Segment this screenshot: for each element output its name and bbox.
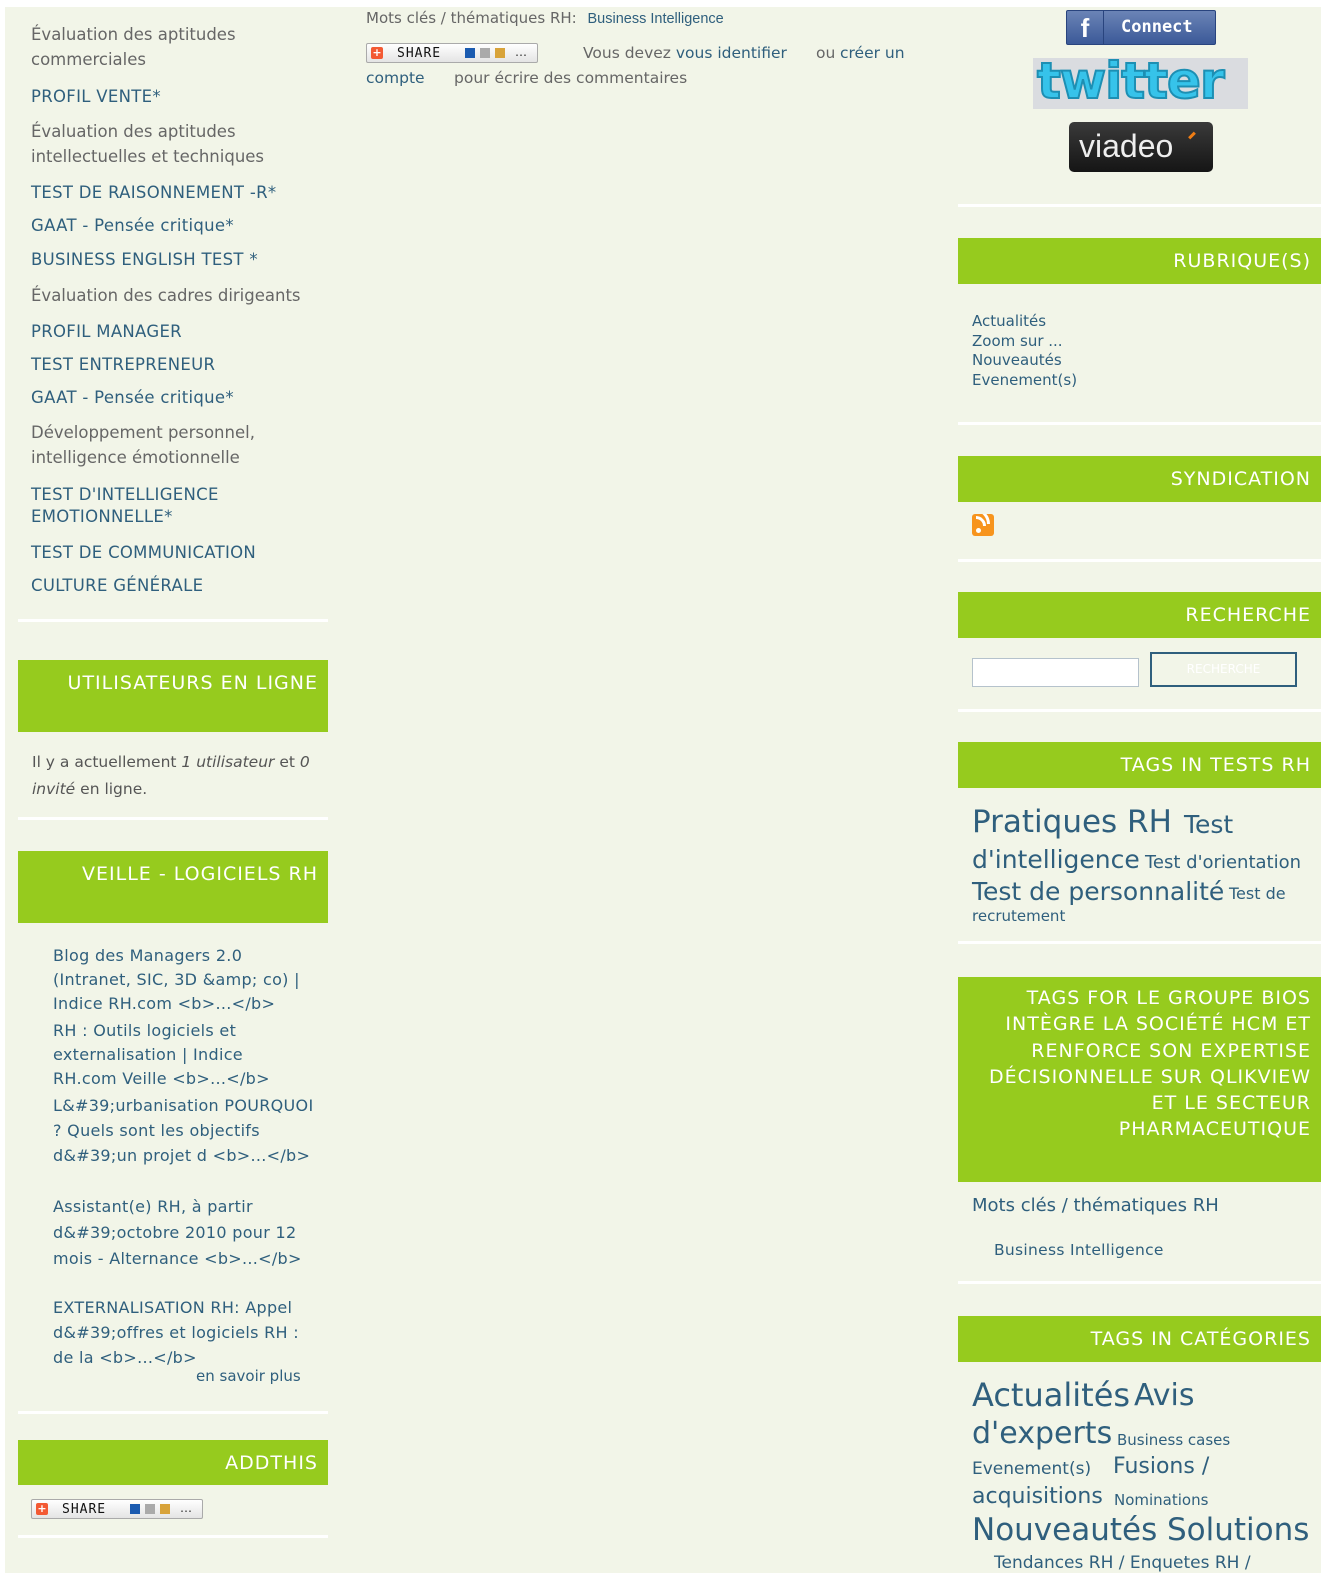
tag-tendances[interactable]: Tendances RH / Enquetes RH /: [994, 1553, 1251, 1573]
divider: [958, 204, 1321, 207]
menu-item-test-entrepreneur[interactable]: TEST ENTREPRENEUR: [31, 352, 215, 377]
tag-avis-experts-cont[interactable]: d'experts: [972, 1416, 1112, 1451]
tag-test-intelligence[interactable]: Test: [1184, 810, 1233, 839]
menu-item-culture-generale[interactable]: CULTURE GÉNÉRALE: [31, 573, 203, 598]
veille-item[interactable]: L&#39;urbanisation POURQUOI ? Quels sont…: [53, 1093, 318, 1168]
tag-avis-experts[interactable]: Avis: [1134, 1378, 1194, 1413]
divider: [18, 817, 328, 820]
menu-item-business-english[interactable]: BUSINESS ENGLISH TEST *: [31, 247, 258, 272]
rubrique-evenements[interactable]: Evenement(s): [972, 371, 1077, 391]
tag-fusions-cont[interactable]: acquisitions: [972, 1484, 1103, 1509]
tag-nominations[interactable]: Nominations: [1114, 1491, 1208, 1509]
keywords-line: Mots clés / thématiques RH: Business Int…: [366, 9, 724, 27]
rss-feed-icon[interactable]: [972, 514, 994, 536]
veille-header: VEILLE - LOGICIELS RH: [18, 851, 328, 923]
veille-more-link[interactable]: en savoir plus: [196, 1367, 301, 1385]
rubrique-nouveautes[interactable]: Nouveautés: [972, 351, 1077, 371]
delicious-icon: [130, 1504, 140, 1514]
facebook-connect-button[interactable]: f Connect: [1066, 10, 1216, 45]
divider: [958, 1281, 1321, 1284]
tag-test-recrutement-cont[interactable]: recrutement: [972, 907, 1065, 925]
veille-item[interactable]: Assistant(e) RH, à partir d&#39;octobre …: [53, 1194, 323, 1272]
menu-item-test-communication[interactable]: TEST DE COMMUNICATION: [31, 540, 256, 565]
tag-business-intelligence[interactable]: Business Intelligence: [994, 1241, 1164, 1259]
tag-evenements[interactable]: Evenement(s): [972, 1459, 1091, 1479]
rubriques-header: RUBRIQUE(S): [958, 238, 1321, 284]
tag-test-intelligence-cont[interactable]: d'intelligence: [972, 845, 1140, 874]
menu-category: Évaluation des aptitudes commerciales: [31, 25, 236, 69]
search-header: RECHERCHE: [958, 592, 1321, 638]
myspace-icon: [160, 1504, 170, 1514]
divider: [18, 1411, 328, 1414]
tag-fusions[interactable]: Fusions /: [1113, 1454, 1209, 1479]
online-users-header: UTILISATEURS EN LIGNE: [18, 660, 328, 732]
menu-item-gaat-2[interactable]: GAAT - Pensée critique*: [31, 385, 234, 410]
veille-item[interactable]: RH : Outils logiciels et externalisation…: [53, 1019, 293, 1091]
more-icon: …: [180, 1501, 192, 1515]
plus-icon: +: [371, 46, 383, 59]
tag-test-personnalite[interactable]: Test de personnalité: [972, 877, 1224, 906]
tag-business-cases[interactable]: Business cases: [1117, 1431, 1230, 1449]
comment-text: pour écrire des commentaires: [454, 69, 688, 87]
share-button[interactable]: + SHARE …: [31, 1499, 203, 1519]
login-text: Vous devez vous identifier: [583, 44, 787, 62]
tag-nouveautes[interactable]: Nouveautés: [972, 1512, 1157, 1548]
menu-item-gaat[interactable]: GAAT - Pensée critique*: [31, 213, 234, 238]
addthis-header: ADDTHIS: [18, 1440, 328, 1485]
tag-test-orientation[interactable]: Test d'orientation: [1145, 852, 1301, 873]
divider: [958, 559, 1321, 562]
tags-tests-header: TAGS IN TESTS RH: [958, 742, 1321, 788]
digg-icon: [480, 48, 490, 58]
tag-test-recrutement[interactable]: Test de: [1229, 884, 1286, 903]
veille-item[interactable]: EXTERNALISATION RH: Appel d&#39;offres e…: [53, 1295, 318, 1370]
menu-category: Développement personnel, intelligence ém…: [31, 423, 255, 467]
menu-category: Évaluation des aptitudes intellectuelles…: [31, 122, 265, 166]
menu-item-test-raisonnement[interactable]: TEST DE RAISONNEMENT -R*: [31, 180, 276, 205]
or-text: ou: [816, 44, 836, 62]
menu-item-profil-vente[interactable]: PROFIL VENTE*: [31, 84, 161, 109]
create-account-link-cont[interactable]: compte: [366, 69, 425, 87]
menu-item-profil-manager[interactable]: PROFIL MANAGER: [31, 319, 182, 344]
menu-item-intelligence-emotionnelle[interactable]: TEST D'INTELLIGENCE EMOTIONNELLE*: [31, 484, 251, 528]
tag-pratiques-rh[interactable]: Pratiques RH: [972, 804, 1172, 840]
create-account-link[interactable]: créer un: [840, 44, 905, 62]
digg-icon: [145, 1504, 155, 1514]
viadeo-accent-icon: [1188, 131, 1196, 140]
myspace-icon: [495, 48, 505, 58]
divider: [18, 1535, 328, 1538]
facebook-icon: f: [1067, 11, 1104, 44]
search-input[interactable]: [972, 658, 1139, 687]
rubrique-actualites[interactable]: Actualités: [972, 312, 1077, 332]
tags-for-header: TAGS FOR LE GROUPE BIOS INTÈGRE LA SOCIÉ…: [958, 977, 1321, 1182]
search-button[interactable]: RECHERCHE: [1150, 652, 1297, 687]
tag-solutions[interactable]: Solutions: [1167, 1512, 1309, 1548]
menu-category: Évaluation des cadres dirigeants: [31, 286, 301, 305]
main-share-button[interactable]: + SHARE …: [366, 43, 538, 63]
rubriques-list: Actualités Zoom sur ... Nouveautés Evene…: [972, 312, 1077, 390]
divider: [18, 619, 328, 622]
online-users-text: Il y a actuellement 1 utilisateur et 0 i…: [32, 753, 310, 798]
plus-icon: +: [36, 1502, 48, 1515]
divider: [958, 422, 1321, 425]
keyword-link[interactable]: Business Intelligence: [587, 11, 723, 27]
viadeo-logo[interactable]: viadeo: [1069, 122, 1213, 172]
login-link[interactable]: vous identifier: [676, 44, 787, 62]
divider: [958, 941, 1321, 944]
syndication-header: SYNDICATION: [958, 456, 1321, 502]
delicious-icon: [465, 48, 475, 58]
twitter-logo[interactable]: twitter: [1033, 51, 1248, 111]
more-icon: …: [515, 45, 527, 59]
tags-for-label: Mots clés / thématiques RH: [972, 1195, 1219, 1216]
veille-item[interactable]: Blog des Managers 2.0 (Intranet, SIC, 3D…: [53, 944, 318, 1016]
divider: [958, 709, 1321, 712]
page: Évaluation des aptitudes commerciales PR…: [5, 7, 1321, 1573]
tag-actualites[interactable]: Actualités: [972, 1376, 1130, 1414]
rubrique-zoom[interactable]: Zoom sur ...: [972, 332, 1077, 352]
tags-categories-header: TAGS IN CATÉGORIES: [958, 1316, 1321, 1362]
